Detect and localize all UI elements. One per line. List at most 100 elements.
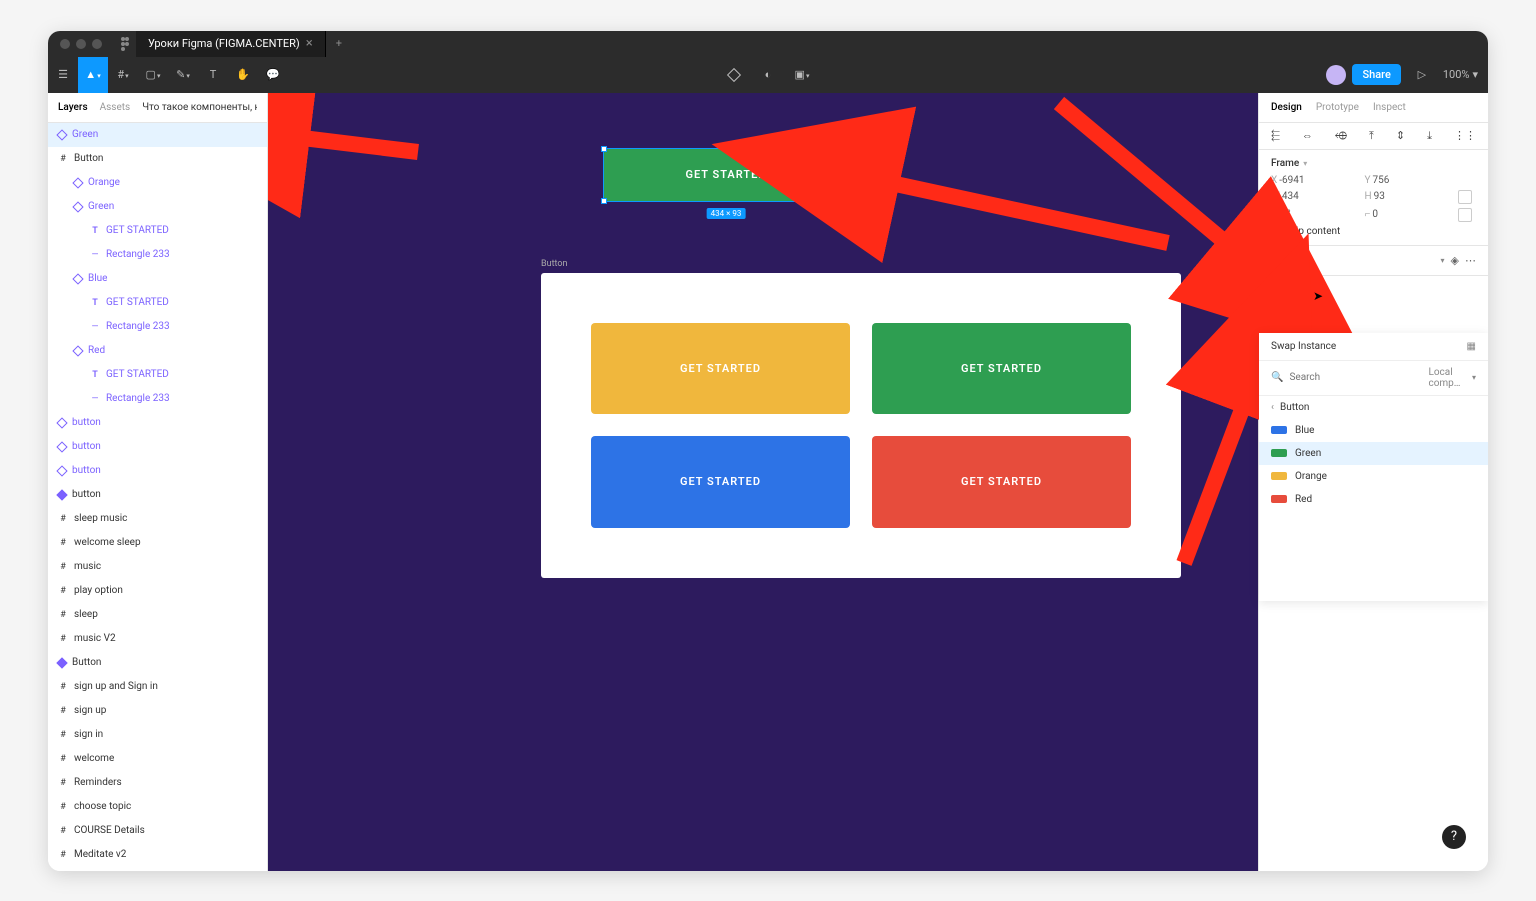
right-panel-tabs: Design Prototype Inspect [1259,93,1488,123]
swap-instance-panel: Swap Instance ▦ 🔍 Local comp… ▾ ‹ Button… [1259,333,1488,601]
layer-item[interactable]: button [48,411,267,435]
align-left-icon[interactable]: ⬱ [1271,129,1280,143]
help-button[interactable]: ? [1442,825,1466,849]
tabbar: Уроки Figma (FIGMA.CENTER) × + [48,31,1488,57]
layer-item[interactable]: Orange [48,171,267,195]
layer-item[interactable]: Rectangle 233 [48,315,267,339]
layer-item[interactable]: Button [48,651,267,675]
layer-item[interactable]: sleep music [48,507,267,531]
hand-tool[interactable]: ✋ [228,57,258,93]
layer-item[interactable]: GET STARTED [48,363,267,387]
text-tool[interactable]: T [198,57,228,93]
layer-item[interactable]: GET STARTED [48,291,267,315]
prototype-tab[interactable]: Prototype [1316,102,1359,113]
chevron-left-icon: ‹ [1271,402,1274,413]
swap-option[interactable]: Orange [1259,465,1488,488]
layer-item[interactable]: choose topic [48,795,267,819]
layer-item[interactable]: Blue [48,267,267,291]
frame-label: Button [541,259,567,269]
button-variant[interactable]: GET STARTED [872,323,1131,415]
document-tab[interactable]: Уроки Figma (FIGMA.CENTER) × [136,31,326,57]
layer-item[interactable]: music [48,555,267,579]
layer-item[interactable]: Green [48,123,267,147]
menu-button[interactable]: ☰ [48,57,78,93]
swap-option[interactable]: Green [1259,442,1488,465]
component-icon[interactable] [719,57,749,93]
layer-item[interactable]: button [48,435,267,459]
align-vcenter-icon[interactable]: ⇕ [1396,129,1405,143]
distribute-icon[interactable]: ⋮⋮ [1454,129,1476,143]
zoom-control[interactable]: 100%▾ [1443,68,1478,81]
layer-item[interactable]: button [48,483,267,507]
figma-logo-icon[interactable] [114,37,136,51]
layer-item[interactable]: welcome sleep [48,531,267,555]
inspect-tab[interactable]: Inspect [1373,102,1406,113]
layer-item[interactable]: COURSE Details [48,819,267,843]
align-right-icon[interactable]: ⬲ [1335,129,1347,143]
instance-name[interactable]: Green [1287,255,1435,266]
layer-item[interactable]: music V2 [48,627,267,651]
frame-tool[interactable]: #▾ [108,57,138,93]
swap-grid-icon[interactable]: ▦ [1467,341,1476,352]
swap-library-select[interactable]: Local comp… ▾ [1428,367,1476,389]
layer-item[interactable]: home [48,867,267,871]
align-bottom-icon[interactable]: ⤓ [1427,129,1432,143]
page-selector[interactable]: Что такое компоненты, как с… ▾ [142,102,257,113]
layer-item[interactable]: sign in [48,723,267,747]
share-button[interactable]: Share [1352,64,1400,85]
layer-item[interactable]: sign up [48,699,267,723]
layers-list: GreenButtonOrangeGreenGET STARTEDRectang… [48,123,267,871]
align-hcenter-icon[interactable]: ⇔ [1302,129,1313,143]
corners-icon[interactable] [1458,208,1472,222]
tab-add-button[interactable]: + [326,37,352,50]
layer-item[interactable]: Button [48,147,267,171]
right-panel: Design Prototype Inspect ⬱ ⇔ ⬲ ⤒ ⇕ ⤓ ⋮⋮ … [1258,93,1488,871]
boolean-icon[interactable]: ▣▾ [787,57,817,93]
layer-item[interactable]: Rectangle 233 [48,387,267,411]
comment-tool[interactable]: 💬 [258,57,288,93]
layer-item[interactable]: GET STARTED [48,219,267,243]
button-variant[interactable]: GET STARTED [591,436,850,528]
tab-close-icon[interactable]: × [306,36,313,51]
shape-tool[interactable]: ▢▾ [138,57,168,93]
button-variant[interactable]: GET STARTED [591,323,850,415]
button-variant[interactable]: GET STARTED [872,436,1131,528]
layer-item[interactable]: Reminders [48,771,267,795]
swap-search-input[interactable] [1289,372,1422,383]
layers-tab[interactable]: Layers [58,102,88,113]
layer-item[interactable]: Rectangle 233 [48,243,267,267]
swap-breadcrumb[interactable]: ‹ Button [1259,396,1488,419]
instance-more-icon[interactable]: ⋯ [1465,254,1476,267]
user-avatar[interactable] [1326,65,1346,85]
left-panel-tabs: Layers Assets Что такое компоненты, как … [48,93,267,123]
layer-item[interactable]: play option [48,579,267,603]
selected-instance[interactable]: GET STARTED 434 × 93 [603,148,849,202]
layer-item[interactable]: sign up and Sign in [48,675,267,699]
layer-item[interactable]: welcome [48,747,267,771]
align-top-icon[interactable]: ⤒ [1369,129,1374,143]
layer-item[interactable]: Green [48,195,267,219]
layer-item[interactable]: Red [48,339,267,363]
assets-tab[interactable]: Assets [100,102,131,113]
frame-section: Frame ▾ X-6941Y756 W434H93 ⟲0°⌐0 Clip co… [1259,150,1488,246]
layer-item[interactable]: Meditate v2 [48,843,267,867]
search-icon: 🔍 [1271,372,1283,383]
layer-item[interactable]: sleep [48,603,267,627]
canvas[interactable]: GET STARTED 434 × 93 Button GET STARTEDG… [268,93,1258,871]
constrain-icon[interactable] [1458,190,1472,204]
selected-button-shape: GET STARTED [604,149,848,201]
align-controls: ⬱ ⇔ ⬲ ⤒ ⇕ ⤓ ⋮⋮ [1259,123,1488,150]
mask-icon[interactable]: ◐ [753,57,783,93]
swap-option[interactable]: Red [1259,488,1488,511]
button-master-frame[interactable]: Button GET STARTEDGET STARTEDGET STARTED… [541,273,1181,578]
pen-tool[interactable]: ✎▾ [168,57,198,93]
go-to-main-icon[interactable]: ◈ [1451,254,1459,267]
layer-item[interactable]: button [48,459,267,483]
move-tool[interactable]: ▲▾ [78,57,108,93]
present-button[interactable]: ▷ [1407,57,1437,93]
swap-option-list: BlueGreenOrangeRed [1259,419,1488,511]
swap-option[interactable]: Blue [1259,419,1488,442]
design-tab[interactable]: Design [1271,102,1302,113]
clip-content[interactable]: Clip content [1271,226,1476,237]
window-traffic-lights [48,39,114,49]
